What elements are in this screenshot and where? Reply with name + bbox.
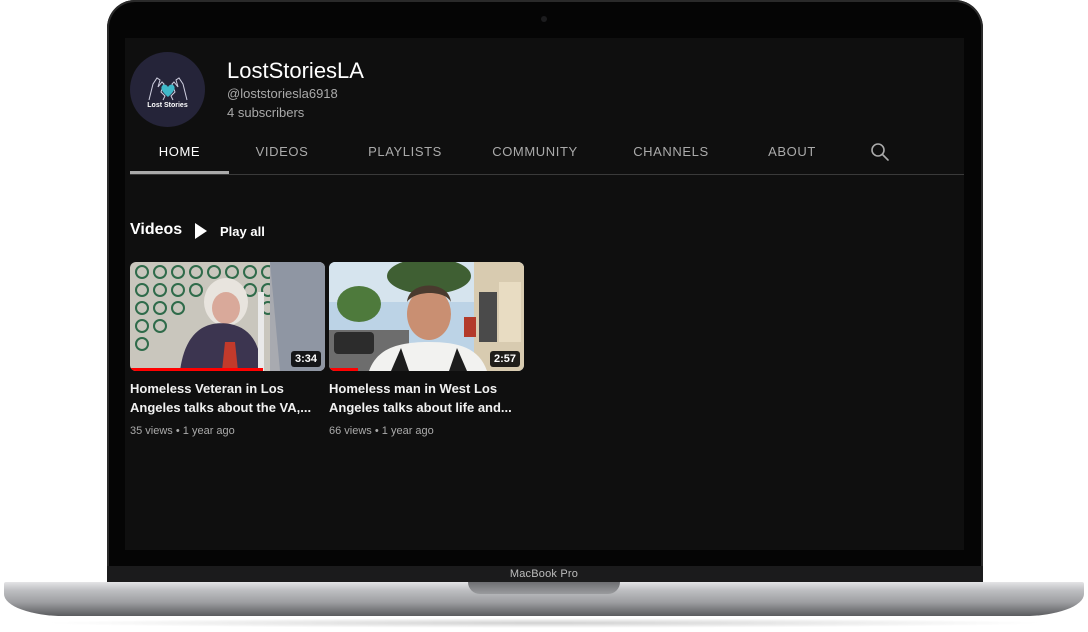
video-title[interactable]: Homeless Veteran in Los Angeles talks ab… xyxy=(130,379,320,417)
video-thumbnail[interactable]: 2:57 xyxy=(329,262,524,371)
video-age: 1 year ago xyxy=(381,425,434,437)
channel-avatar[interactable]: Lost Stories xyxy=(130,52,205,127)
video-card[interactable]: 2:57 Homeless man in West Los Angeles ta… xyxy=(329,262,524,437)
channel-handle: @loststoriesla6918 xyxy=(227,86,338,101)
laptop-notch xyxy=(468,582,620,594)
meta-separator: • xyxy=(175,425,183,437)
laptop-shadow xyxy=(40,618,1048,628)
search-icon[interactable] xyxy=(870,142,890,162)
tab-channels[interactable]: CHANNELS xyxy=(627,134,715,174)
video-duration: 2:57 xyxy=(489,351,520,367)
avatar-text: Lost Stories xyxy=(147,101,188,109)
tab-videos[interactable]: VIDEOS xyxy=(243,134,321,174)
video-age: 1 year ago xyxy=(182,425,235,437)
video-views: 35 views xyxy=(130,425,173,437)
tab-community[interactable]: COMMUNITY xyxy=(485,134,585,174)
video-views: 66 views xyxy=(329,425,372,437)
watch-progress-bar xyxy=(130,368,263,371)
meta-separator: • xyxy=(374,425,382,437)
video-duration: 3:34 xyxy=(290,351,321,367)
youtube-channel-page: Lost Stories LostStoriesLA @loststoriesl… xyxy=(125,38,964,550)
hands-heart-icon xyxy=(148,76,187,100)
play-all-button[interactable]: Play all xyxy=(195,218,265,244)
device-model-label: MacBook Pro xyxy=(509,568,579,580)
play-all-label: Play all xyxy=(220,223,265,239)
section-title: Videos xyxy=(130,221,183,238)
tab-playlists[interactable]: PLAYLISTS xyxy=(350,134,460,174)
video-meta: 66 views • 1 year ago xyxy=(329,425,524,437)
tab-about[interactable]: ABOUT xyxy=(757,134,827,174)
play-icon xyxy=(195,223,207,239)
camera-icon xyxy=(541,16,547,22)
watch-progress-bar xyxy=(329,368,359,371)
video-card[interactable]: 3:34 Homeless Veteran in Los Angeles tal… xyxy=(130,262,325,437)
video-meta: 35 views • 1 year ago xyxy=(130,425,325,437)
video-title[interactable]: Homeless man in West Los Angeles talks a… xyxy=(329,379,519,417)
channel-name: LostStoriesLA xyxy=(227,58,364,83)
subscriber-count: 4 subscribers xyxy=(227,105,305,120)
video-thumbnail[interactable]: 3:34 xyxy=(130,262,325,371)
channel-tabs: HOME VIDEOS PLAYLISTS COMMUNITY CHANNELS… xyxy=(130,134,964,175)
tab-home[interactable]: HOME xyxy=(130,134,229,174)
